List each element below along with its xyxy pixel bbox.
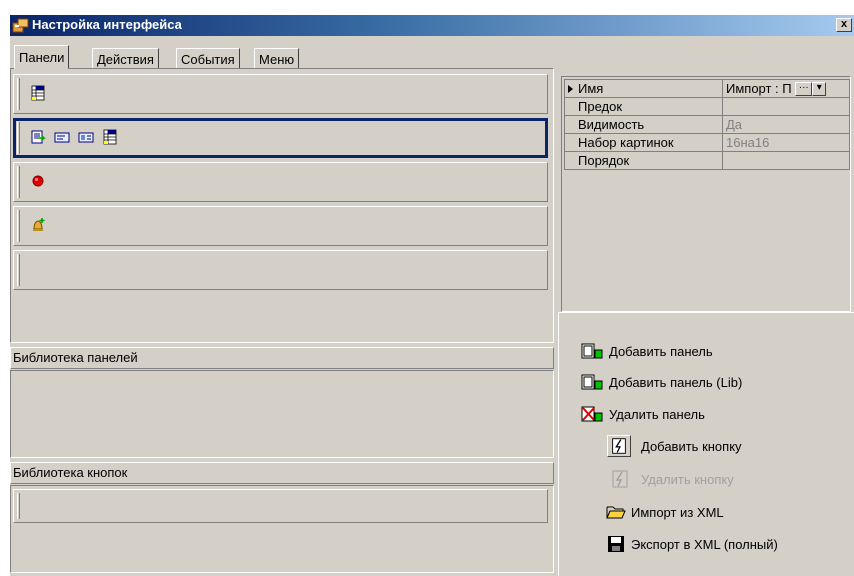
- current-row-arrow-icon: [568, 85, 573, 93]
- card-icon[interactable]: [54, 129, 70, 145]
- button-library-header: Библиотека кнопок: [10, 462, 554, 484]
- save-disk-icon: [608, 536, 624, 552]
- id-card-icon[interactable]: [78, 129, 94, 145]
- delete-panel-icon: [581, 406, 603, 422]
- dropdown-button[interactable]: ▾: [812, 82, 827, 97]
- toolbar-band-1[interactable]: [13, 74, 548, 114]
- toolbar-band-2[interactable]: [13, 118, 548, 158]
- panel-library-label: Библиотека панелей: [13, 350, 138, 365]
- lightning-disabled-icon: [612, 470, 628, 488]
- button-library-band[interactable]: [13, 489, 548, 523]
- name-value[interactable]: Импорт : П: [726, 81, 792, 96]
- property-row[interactable]: Набор картинок 16на16: [564, 133, 850, 152]
- add-button-label: Добавить кнопку: [641, 438, 742, 454]
- property-value[interactable]: 16на16: [722, 133, 850, 152]
- window-title: Настройка интерфейса: [32, 17, 182, 32]
- panel-table-icon[interactable]: [30, 85, 46, 101]
- button-library-label: Библиотека кнопок: [13, 465, 128, 480]
- button-library-list[interactable]: [10, 485, 554, 573]
- import-xml-button[interactable]: Импорт из XML: [605, 502, 724, 522]
- import-icon[interactable]: [30, 129, 46, 145]
- property-key-name: Имя: [578, 81, 604, 96]
- toolbar-band-5[interactable]: [13, 250, 548, 290]
- tab-events[interactable]: События: [176, 48, 240, 69]
- add-panel-lib-icon: [581, 374, 603, 390]
- toolbar-band-4[interactable]: [13, 206, 548, 246]
- open-folder-icon: [606, 506, 626, 519]
- add-panel-label: Добавить панель: [609, 343, 713, 359]
- tab-actions[interactable]: Действия: [92, 48, 159, 69]
- delete-panel-button[interactable]: Удалить панель: [581, 404, 705, 424]
- property-key: Набор картинок: [564, 133, 723, 152]
- property-value[interactable]: Да: [722, 115, 850, 134]
- band-grip[interactable]: [17, 254, 20, 286]
- lightning-icon: [607, 435, 631, 457]
- export-xml-button[interactable]: Экспорт в XML (полный): [605, 534, 778, 554]
- bell-add-icon[interactable]: [30, 217, 46, 233]
- toolbar-band-3[interactable]: [13, 162, 548, 202]
- delete-panel-label: Удалить панель: [609, 406, 705, 422]
- close-button[interactable]: x: [836, 18, 852, 32]
- band-grip[interactable]: [17, 210, 20, 242]
- actions-panel: Добавить панель Добавить панель (Lib) Уд…: [558, 312, 854, 576]
- property-key: Имя: [564, 79, 723, 98]
- panels-area: [10, 68, 554, 343]
- import-xml-label: Импорт из XML: [631, 504, 724, 520]
- property-value[interactable]: [722, 151, 850, 170]
- add-panel-lib-button[interactable]: Добавить панель (Lib): [581, 372, 742, 392]
- add-panel-lib-label: Добавить панель (Lib): [609, 374, 743, 390]
- property-row[interactable]: Предок: [564, 97, 850, 116]
- property-grid: Имя Импорт : П ··· ▾ Предок Видимость Да …: [561, 76, 851, 312]
- add-panel-icon: [581, 343, 603, 359]
- panel-library-header: Библиотека панелей: [10, 347, 554, 369]
- property-value[interactable]: [722, 97, 850, 116]
- band-grip[interactable]: [17, 122, 20, 154]
- property-key: Предок: [564, 97, 723, 116]
- band-grip[interactable]: [17, 166, 20, 198]
- delete-button-button[interactable]: Удалить кнопку: [609, 469, 734, 489]
- panel-table-icon[interactable]: [102, 129, 118, 145]
- settings-app-icon: [12, 18, 29, 33]
- property-row[interactable]: Имя Импорт : П ··· ▾: [564, 79, 850, 98]
- property-row[interactable]: Видимость Да: [564, 115, 850, 134]
- property-key: Порядок: [564, 151, 723, 170]
- export-xml-label: Экспорт в XML (полный): [631, 536, 778, 552]
- add-panel-button[interactable]: Добавить панель: [581, 341, 713, 361]
- tab-menu[interactable]: Меню: [254, 48, 300, 69]
- property-key: Видимость: [564, 115, 723, 134]
- add-button-button[interactable]: Добавить кнопку: [607, 435, 742, 457]
- property-value-name[interactable]: Импорт : П ··· ▾: [722, 79, 850, 98]
- band-grip[interactable]: [17, 78, 20, 110]
- delete-button-label: Удалить кнопку: [641, 471, 734, 487]
- panel-library-list[interactable]: [10, 370, 554, 458]
- tab-panels[interactable]: Панели: [14, 45, 70, 69]
- band-grip[interactable]: [17, 493, 20, 519]
- dialog-window: Панели Действия События Меню Библиотека …: [10, 36, 854, 576]
- property-row[interactable]: Порядок: [564, 151, 850, 170]
- title-bar: Настройка интерфейса x: [10, 15, 854, 36]
- ellipsis-button[interactable]: ···: [795, 82, 813, 97]
- red-circle-icon[interactable]: [30, 173, 46, 189]
